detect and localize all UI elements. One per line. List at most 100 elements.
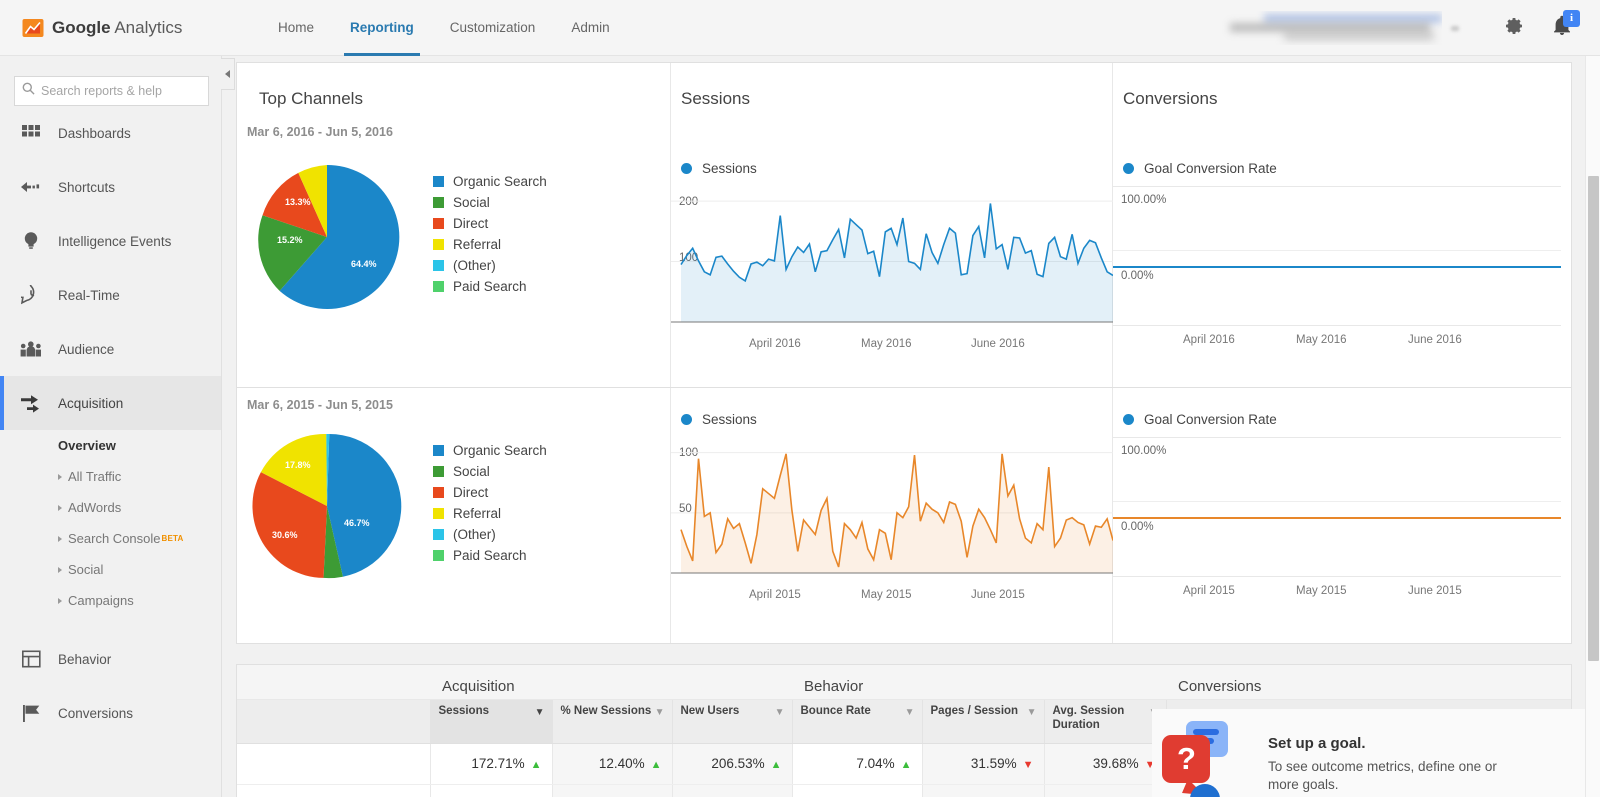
notifications-button[interactable]: i (1538, 0, 1586, 56)
series-dot-icon (1123, 163, 1134, 174)
cell-value: 172.71% (471, 756, 525, 771)
sessions-series-legend: Sessions (671, 109, 1112, 176)
top-channels-pie-previous[interactable]: 46.7% 30.6% 17.8% (247, 426, 407, 586)
account-caret-icon[interactable] (1448, 20, 1464, 36)
legend-swatch (433, 508, 444, 519)
col-bounce-rate[interactable]: Bounce Rate ▼ (791, 699, 922, 744)
col-avg-session-duration[interactable]: Avg. Session Duration ▼ (1043, 699, 1166, 744)
topnav-item-home[interactable]: Home (260, 0, 332, 56)
sessions-chart-current[interactable]: 200 100 April 2016 May 2016 June 2016 (671, 186, 1113, 361)
legend-label: Direct (453, 216, 489, 231)
lightbulb-icon (18, 229, 44, 253)
col-sessions[interactable]: Sessions ▼ (429, 699, 552, 744)
sidebar-item-audience[interactable]: Audience (0, 322, 221, 376)
sidebar-collapse-button[interactable] (221, 58, 235, 90)
legend-label: Organic Search (453, 443, 547, 458)
legend-swatch (433, 445, 444, 456)
top-bar: Google Analytics Home Reporting Customiz… (0, 0, 1600, 56)
chevron-right-icon (58, 473, 62, 480)
legend-item[interactable]: (Other) (433, 527, 547, 542)
account-selector-redacted[interactable] (1222, 11, 1442, 45)
search-reports-box[interactable] (14, 76, 209, 106)
col-label: Avg. Session Duration (1052, 704, 1125, 731)
svg-text:15.2%: 15.2% (277, 235, 303, 245)
grid-line-bottom (1113, 325, 1561, 326)
notification-badge: i (1563, 10, 1580, 27)
topnav-item-customization[interactable]: Customization (432, 0, 554, 56)
sessions-panel-previous: Sessions 100 50 April 2015 May 2015 June… (671, 388, 1113, 643)
sidebar-label-conversions: Conversions (58, 705, 134, 721)
series-label: Sessions (702, 412, 757, 427)
topnav-item-reporting[interactable]: Reporting (332, 0, 432, 56)
legend-item[interactable]: Direct (433, 485, 547, 500)
conv-xtick-1: April 2016 (1183, 334, 1235, 346)
sessions-title: Sessions (681, 89, 750, 108)
legend-item[interactable]: Organic Search (433, 174, 547, 189)
legend-item[interactable]: Direct (433, 216, 547, 231)
sidebar-item-acquisition[interactable]: Acquisition (0, 376, 221, 430)
top-nav: Home Reporting Customization Admin (260, 0, 628, 56)
cell-next (1043, 784, 1166, 797)
legend-label: (Other) (453, 527, 496, 542)
sessions-xtick-2: May 2016 (861, 338, 912, 350)
setup-goal-promo[interactable]: ? Set up a goal. To see outcome metrics,… (1152, 709, 1600, 797)
report-row-previous: Mar 6, 2015 - Jun 5, 2015 46.7% 30.6% 17… (236, 388, 1572, 644)
svg-text:64.4%: 64.4% (351, 259, 377, 269)
chevron-right-icon (58, 597, 62, 604)
subnav-label-all-traffic: All Traffic (68, 469, 122, 484)
legend-label: Referral (453, 506, 502, 521)
subnav-item-overview[interactable]: Overview (0, 430, 221, 461)
legend-item[interactable]: Paid Search (433, 279, 547, 294)
sidebar-item-intelligence-events[interactable]: Intelligence Events (0, 214, 221, 268)
sidebar-item-behavior[interactable]: Behavior (0, 632, 221, 686)
cell-value: 7.04% (856, 756, 895, 771)
subnav-item-search-console[interactable]: Search Console BETA (0, 523, 221, 554)
table-group-header-row: Acquisition Behavior Conversions (237, 665, 1571, 700)
row-label-cell (237, 784, 430, 797)
legend-item[interactable]: Referral (433, 237, 547, 252)
conversions-chart-current[interactable]: 100.00% 0.00% April 2016 May 2016 June 2… (1113, 186, 1571, 361)
search-icon (22, 82, 35, 100)
legend-item[interactable]: Referral (433, 506, 547, 521)
settings-button[interactable] (1490, 0, 1538, 56)
subnav-item-all-traffic[interactable]: All Traffic (0, 461, 221, 492)
delta-down-icon: ▼ (1022, 759, 1034, 771)
legend-item[interactable]: (Other) (433, 258, 547, 273)
brand-text: Google Analytics (52, 18, 182, 38)
delta-up-icon: ▲ (530, 759, 542, 771)
legend-label: Paid Search (453, 548, 527, 563)
scrollbar-thumb[interactable] (1588, 176, 1599, 661)
col-pages-per-session[interactable]: Pages / Session ▼ (921, 699, 1044, 744)
subnav-item-adwords[interactable]: AdWords (0, 492, 221, 523)
legend-item[interactable]: Paid Search (433, 548, 547, 563)
series-dot-icon (1123, 414, 1134, 425)
delta-up-icon: ▲ (770, 759, 782, 771)
subnav-label-campaigns: Campaigns (68, 593, 134, 608)
pie-block-current: 64.4% 15.2% 13.3% Organic Search Social … (237, 157, 670, 317)
cell-next (921, 784, 1044, 797)
brand-bold: Google (52, 17, 111, 37)
col-percent-new-sessions[interactable]: % New Sessions ▼ (551, 699, 672, 744)
sidebar-item-conversions[interactable]: Conversions (0, 686, 221, 740)
page-scrollbar[interactable] (1585, 56, 1600, 797)
sidebar-item-shortcuts[interactable]: Shortcuts (0, 160, 221, 214)
legend-item[interactable]: Social (433, 195, 547, 210)
sessions-chart-previous[interactable]: 100 50 April 2015 May 2015 June 2015 (671, 437, 1113, 612)
top-channels-pie-current[interactable]: 64.4% 15.2% 13.3% (247, 157, 407, 317)
sessions-prev-xtick-3: June 2015 (971, 589, 1025, 601)
subnav-item-campaigns[interactable]: Campaigns (0, 585, 221, 616)
col-blank (237, 699, 430, 744)
sidebar-item-dashboards[interactable]: Dashboards (0, 106, 221, 160)
legend-item[interactable]: Organic Search (433, 443, 547, 458)
search-input[interactable] (41, 84, 202, 98)
conversions-chart-previous[interactable]: 100.00% 0.00% April 2015 May 2015 June 2… (1113, 437, 1571, 612)
brand-logo[interactable]: Google Analytics (22, 17, 222, 39)
top-channels-panel-previous: Mar 6, 2015 - Jun 5, 2015 46.7% 30.6% 17… (237, 388, 671, 643)
legend-item[interactable]: Social (433, 464, 547, 479)
group-blank (237, 665, 430, 700)
cell-next (551, 784, 672, 797)
col-new-users[interactable]: New Users ▼ (671, 699, 792, 744)
subnav-item-social[interactable]: Social (0, 554, 221, 585)
topnav-item-admin[interactable]: Admin (553, 0, 627, 56)
sidebar-item-real-time[interactable]: Real-Time (0, 268, 221, 322)
